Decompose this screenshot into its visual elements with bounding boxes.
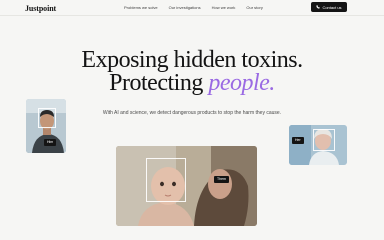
face-frame: [313, 129, 335, 151]
nav-link-our-story[interactable]: Our story: [246, 5, 262, 10]
phone-icon: [316, 5, 321, 9]
top-nav: Justpoint Problems we solve Our investig…: [0, 0, 384, 16]
portrait-woman-image: Her: [289, 125, 347, 165]
face-frame: [38, 108, 56, 128]
contact-button[interactable]: Contact us: [311, 2, 347, 12]
nav-link-how-we-work[interactable]: How we work: [212, 5, 236, 10]
nav-link-problems[interactable]: Problems we solve: [124, 5, 158, 10]
hero-title-accent: people.: [208, 70, 275, 96]
portrait-man-image: Him: [26, 99, 66, 153]
nav-link-investigations[interactable]: Our investigations: [169, 5, 201, 10]
mother-baby-illustration: [116, 146, 257, 226]
contact-button-label: Contact us: [322, 4, 342, 10]
hero-title-line-2: Protecting people.: [0, 71, 384, 95]
hero-title-prefix: Protecting: [109, 70, 209, 96]
tag-them: Them: [214, 176, 229, 183]
tag-him: Him: [44, 139, 57, 146]
tag-her: Her: [292, 137, 304, 144]
nav-links: Problems we solve Our investigations How…: [124, 5, 263, 10]
hero-title-line-1: Exposing hidden toxins.: [81, 47, 303, 73]
logo[interactable]: Justpoint: [25, 4, 56, 13]
face-frame: [146, 158, 186, 202]
mother-baby-image: Them: [116, 146, 257, 226]
